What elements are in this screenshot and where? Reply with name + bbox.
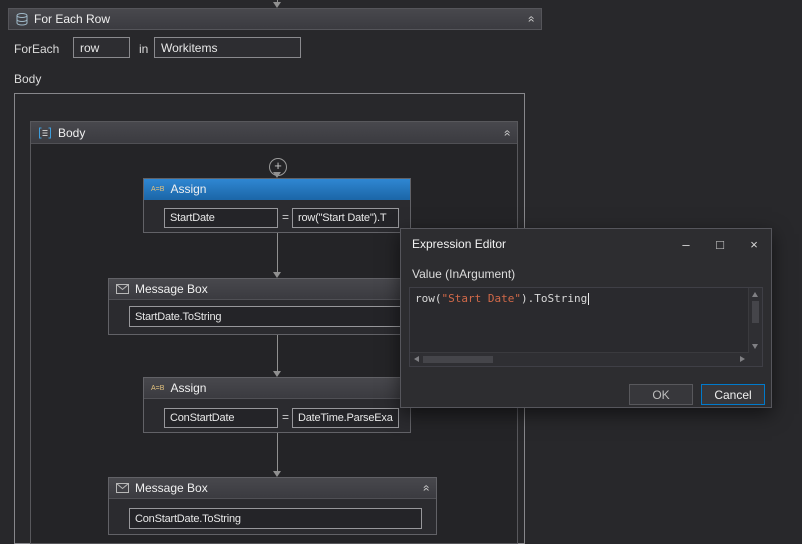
messagebox-text-field[interactable]: ConStartDate.ToString — [129, 508, 422, 529]
connector-line — [277, 335, 278, 371]
body-label: Body — [14, 72, 42, 86]
ok-button[interactable]: OK — [629, 384, 693, 405]
assign-to-field[interactable]: ConStartDate — [164, 408, 278, 428]
collapse-icon[interactable]: » — [419, 485, 433, 492]
value-inargument-label: Value (InArgument) — [412, 267, 516, 281]
dialog-title: Expression Editor — [412, 237, 507, 251]
activity-messagebox-constartdate: Message Box » ConStartDate.ToString — [108, 477, 437, 535]
vertical-scrollbar[interactable] — [748, 288, 762, 353]
assign-to-field[interactable]: StartDate — [164, 208, 278, 228]
assign-header[interactable]: A=B Assign — [144, 179, 410, 200]
cancel-button[interactable]: Cancel — [701, 384, 765, 405]
horizontal-scrollbar[interactable] — [410, 352, 749, 366]
messagebox-header[interactable]: Message Box » — [109, 279, 436, 300]
assign-header[interactable]: A=B Assign — [144, 378, 410, 399]
messagebox-title: Message Box — [135, 481, 208, 495]
body-sequence-title: Body — [58, 125, 86, 140]
messagebox-header[interactable]: Message Box » — [109, 478, 436, 499]
connector-line — [277, 433, 278, 471]
body-sequence-header[interactable]: Body » — [31, 122, 517, 144]
assign-icon: A=B — [151, 384, 165, 392]
equals-sign: = — [282, 210, 290, 224]
for-each-row-title: For Each Row — [34, 12, 111, 26]
expression-editor-dialog: Expression Editor – □ × Value (InArgumen… — [400, 228, 772, 408]
assign-value-field[interactable]: DateTime.ParseExa — [292, 408, 399, 428]
activity-messagebox-startdate: Message Box » StartDate.ToString — [108, 278, 437, 335]
for-each-row-header[interactable]: For Each Row » — [8, 8, 542, 30]
for-each-row-icon — [16, 12, 28, 26]
scroll-left-icon[interactable] — [414, 356, 419, 362]
messagebox-text-field[interactable]: StartDate.ToString — [129, 306, 422, 327]
scroll-up-icon[interactable] — [752, 292, 758, 297]
collapse-icon[interactable]: » — [500, 129, 514, 136]
dialog-titlebar[interactable]: Expression Editor – □ × — [401, 229, 771, 259]
assign-icon: A=B — [151, 185, 165, 193]
messagebox-title: Message Box — [135, 282, 208, 296]
scroll-down-icon[interactable] — [752, 344, 758, 349]
maximize-icon[interactable]: □ — [703, 232, 737, 256]
equals-sign: = — [282, 410, 290, 424]
scrollbar-thumb[interactable] — [423, 356, 493, 363]
scroll-right-icon[interactable] — [740, 356, 745, 362]
collapse-icon[interactable]: » — [524, 16, 538, 23]
minimize-icon[interactable]: – — [669, 232, 703, 256]
foreach-variable-input[interactable]: row — [73, 37, 130, 58]
envelope-icon — [116, 284, 129, 294]
close-icon[interactable]: × — [737, 232, 771, 256]
in-label: in — [139, 42, 149, 56]
assign-title: Assign — [170, 182, 207, 196]
collection-input[interactable]: Workitems — [154, 37, 301, 58]
scrollbar-thumb[interactable] — [752, 301, 759, 323]
activity-assign-constartdate: A=B Assign ConStartDate = DateTime.Parse… — [143, 377, 411, 433]
envelope-icon — [116, 483, 129, 493]
assign-value-field[interactable]: row("Start Date").T — [292, 208, 399, 228]
workflow-designer: For Each Row » ForEach row in Workitems … — [0, 0, 802, 544]
activity-assign-startdate: A=B Assign StartDate = row("Start Date")… — [143, 178, 411, 233]
sequence-icon — [38, 127, 52, 139]
expression-input[interactable]: row("Start Date").ToString — [409, 287, 763, 367]
assign-title: Assign — [170, 381, 207, 395]
scrollbar-corner — [749, 353, 762, 366]
expression-text: row("Start Date").ToString — [415, 292, 590, 305]
connector-line — [277, 233, 278, 272]
text-cursor — [588, 293, 590, 305]
foreach-label: ForEach — [14, 42, 60, 56]
